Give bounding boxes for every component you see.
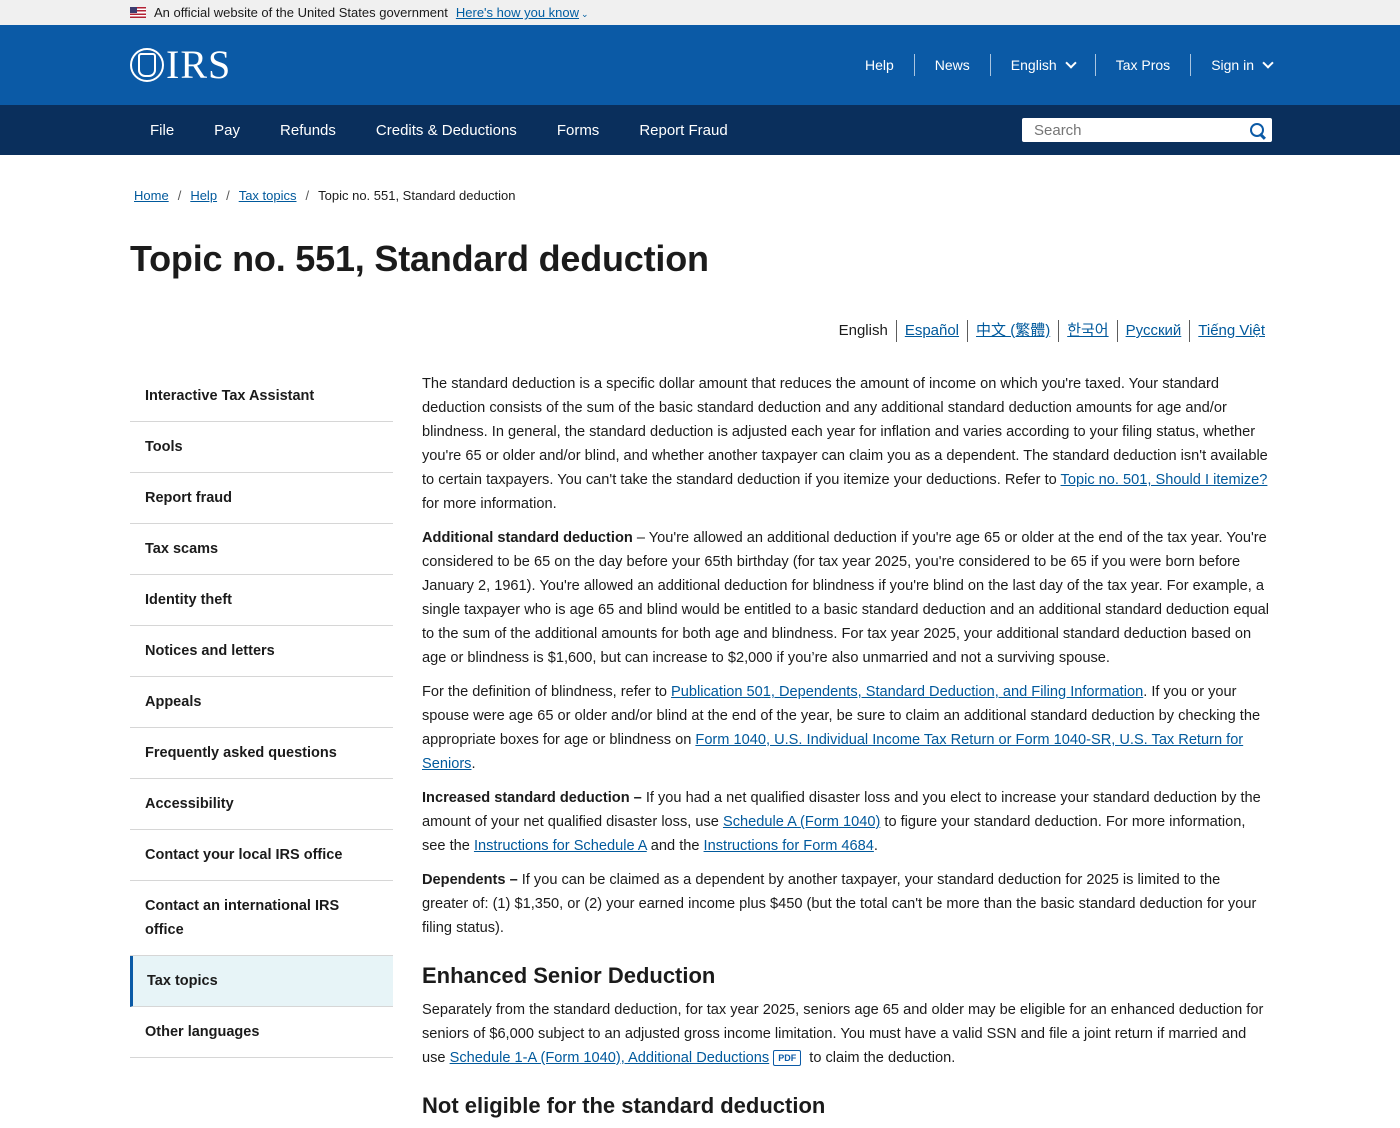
intro-paragraph: The standard deduction is a specific dol…: [422, 376, 1268, 512]
nav-credits-deductions[interactable]: Credits & Deductions: [356, 122, 537, 139]
dependents-paragraph: Dependents – If you can be claimed as a …: [422, 872, 1257, 936]
sidebar-item-contact-international-office[interactable]: Contact an international IRS office: [130, 881, 393, 956]
chevron-down-icon: [1065, 57, 1077, 69]
schedule-1a-link[interactable]: Schedule 1-A (Form 1040), Additional Ded…: [450, 1050, 770, 1066]
site-header: IRS Help News English Tax Pros Sign in: [0, 25, 1400, 105]
topic-501-link[interactable]: Topic no. 501, Should I itemize?: [1061, 472, 1268, 488]
nav-file[interactable]: File: [130, 122, 194, 139]
sidebar-item-contact-local-office[interactable]: Contact your local IRS office: [130, 830, 393, 881]
language-switcher: English Español 中文 (繁體) 한국어 Русский Tiến…: [831, 320, 1265, 342]
main-content: The standard deduction is a specific dol…: [422, 372, 1270, 1128]
sidebar-item-identity-theft[interactable]: Identity theft: [130, 575, 393, 626]
search-input[interactable]: [1034, 121, 1249, 139]
sidebar-item-interactive-tax-assistant[interactable]: Interactive Tax Assistant: [130, 371, 393, 422]
nav-pay[interactable]: Pay: [194, 122, 260, 139]
language-dropdown[interactable]: English: [989, 54, 1095, 76]
sidebar-item-faq[interactable]: Frequently asked questions: [130, 728, 393, 779]
main-nav: File Pay Refunds Credits & Deductions Fo…: [0, 105, 1400, 155]
lang-chinese[interactable]: 中文 (繁體): [967, 320, 1058, 342]
breadcrumb-home[interactable]: Home: [134, 188, 169, 203]
irs-logo[interactable]: IRS: [130, 45, 231, 85]
search-icon[interactable]: [1249, 122, 1266, 139]
eagle-icon: [130, 48, 164, 82]
sidebar-item-notices-letters[interactable]: Notices and letters: [130, 626, 393, 677]
sidebar-item-other-languages[interactable]: Other languages: [130, 1007, 393, 1058]
lang-russian[interactable]: Русский: [1116, 320, 1190, 342]
nav-refunds[interactable]: Refunds: [260, 122, 356, 139]
pdf-icon: PDF: [773, 1050, 802, 1066]
heres-how-you-know-link[interactable]: Here's how you know ⌄: [456, 5, 589, 20]
blindness-definition-paragraph: For the definition of blindness, refer t…: [422, 684, 1261, 772]
chevron-down-icon: [1262, 57, 1274, 69]
enhanced-senior-deduction-heading: Enhanced Senior Deduction: [422, 963, 716, 988]
gov-banner: An official website of the United States…: [0, 0, 1400, 25]
tax-pros-link[interactable]: Tax Pros: [1094, 54, 1190, 76]
gov-banner-text: An official website of the United States…: [154, 5, 448, 20]
sidebar-item-report-fraud[interactable]: Report fraud: [130, 473, 393, 524]
nav-report-fraud[interactable]: Report Fraud: [619, 122, 747, 139]
page-title: Topic no. 551, Standard deduction: [130, 238, 709, 279]
schedule-a-link[interactable]: Schedule A (Form 1040): [723, 814, 880, 830]
breadcrumb-current: Topic no. 551, Standard deduction: [318, 188, 516, 203]
increased-standard-deduction-paragraph: Increased standard deduction – If you ha…: [422, 790, 1261, 854]
additional-standard-deduction-paragraph: Additional standard deduction – You're a…: [422, 530, 1270, 666]
utility-nav: Help News English Tax Pros Sign in: [845, 54, 1274, 76]
sidebar-item-tax-scams[interactable]: Tax scams: [130, 524, 393, 575]
instructions-schedule-a-link[interactable]: Instructions for Schedule A: [474, 838, 647, 854]
breadcrumb: Home / Help / Tax topics / Topic no. 551…: [134, 188, 516, 203]
breadcrumb-help[interactable]: Help: [190, 188, 217, 203]
help-link[interactable]: Help: [845, 54, 914, 76]
not-eligible-heading: Not eligible for the standard deduction: [422, 1093, 826, 1118]
publication-501-link[interactable]: Publication 501, Dependents, Standard De…: [671, 684, 1143, 700]
sidebar-item-appeals[interactable]: Appeals: [130, 677, 393, 728]
lang-korean[interactable]: 한국어: [1058, 320, 1116, 342]
sidebar-item-tax-topics[interactable]: Tax topics: [130, 956, 393, 1007]
instructions-form-4684-link[interactable]: Instructions for Form 4684: [704, 838, 874, 854]
sign-in-dropdown[interactable]: Sign in: [1190, 54, 1274, 76]
breadcrumb-tax-topics[interactable]: Tax topics: [239, 188, 297, 203]
nav-forms[interactable]: Forms: [537, 122, 620, 139]
sidebar-item-accessibility[interactable]: Accessibility: [130, 779, 393, 830]
news-link[interactable]: News: [913, 54, 990, 76]
sidebar-item-tools[interactable]: Tools: [130, 422, 393, 473]
lang-english: English: [838, 322, 888, 339]
search-box: [1022, 118, 1272, 142]
lang-spanish[interactable]: Español: [895, 320, 967, 342]
us-flag-icon: [130, 7, 146, 18]
enhanced-senior-deduction-paragraph: Separately from the standard deduction, …: [422, 1002, 1264, 1066]
sidebar-nav: Interactive Tax Assistant Tools Report f…: [130, 371, 393, 1058]
lang-vietnamese[interactable]: Tiếng Việt: [1189, 320, 1265, 342]
chevron-down-icon: ⌄: [581, 9, 589, 19]
